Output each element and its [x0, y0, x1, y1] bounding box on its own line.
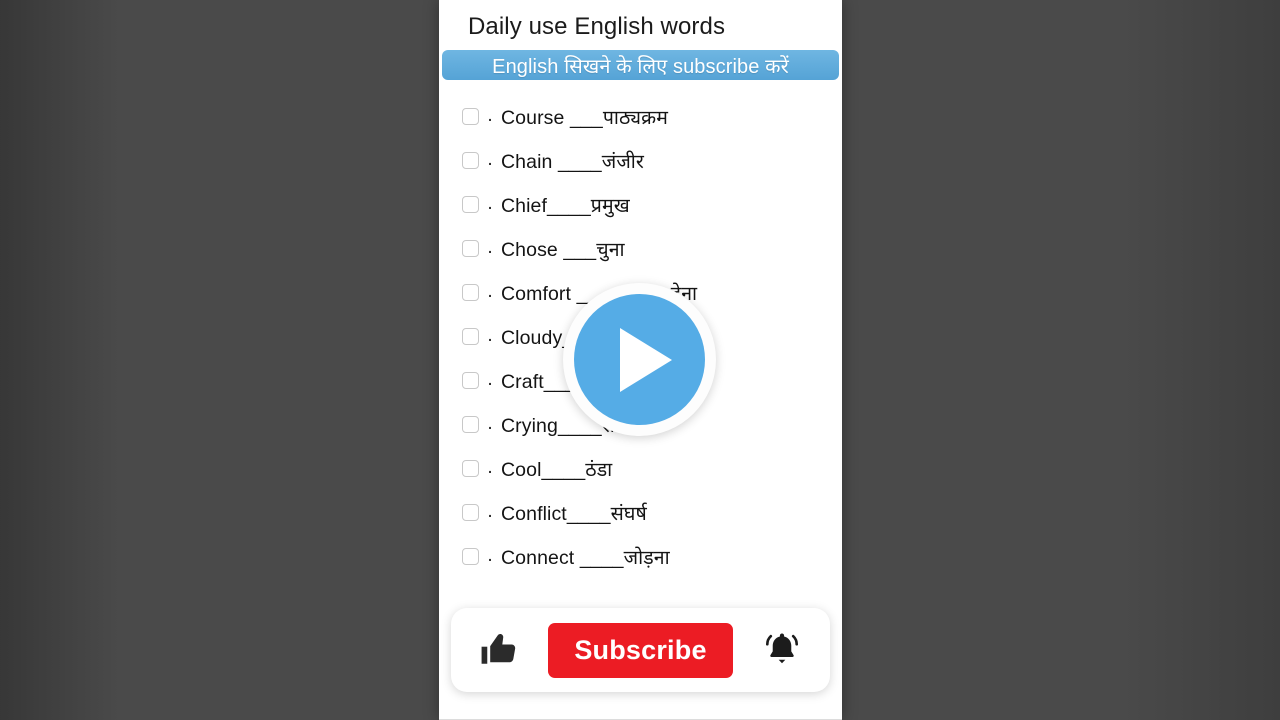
checkbox-icon[interactable] [462, 239, 479, 257]
list-bullet: . [487, 545, 493, 567]
word-label: Chose ___चुना [501, 238, 625, 261]
list-bullet: . [487, 149, 493, 171]
subscribe-action-bar: Subscribe [451, 608, 830, 692]
list-bullet: . [487, 281, 493, 303]
word-label: Connect ____जोड़ना [501, 546, 670, 569]
list-bullet: . [487, 413, 493, 435]
video-screen: . Chose _ . Comfort . Cloudy . Craft__ . [0, 0, 1280, 720]
checkbox-icon[interactable] [462, 327, 479, 345]
list-bullet: . [487, 457, 493, 479]
list-item[interactable]: . Cool____ठंडा [439, 446, 842, 490]
list-item[interactable]: . Course ___पाठ्यक्रम [439, 94, 842, 138]
checkbox-icon[interactable] [462, 283, 479, 301]
word-label: Cool____ठंडा [501, 458, 613, 481]
list-bullet: . [487, 501, 493, 523]
list-bullet: . [487, 237, 493, 259]
list-item[interactable]: . Connect ____जोड़ना [439, 534, 842, 578]
notification-bell-icon[interactable] [756, 624, 808, 676]
checkbox-icon[interactable] [462, 415, 479, 433]
list-bullet: . [487, 369, 493, 391]
list-item[interactable]: . Chain ____जंजीर [439, 138, 842, 182]
subscribe-banner[interactable]: English सिखने के लिए subscribe करें [442, 50, 839, 80]
word-label: Course ___पाठ्यक्रम [501, 106, 668, 129]
play-icon [620, 328, 672, 392]
page-title: Daily use English words [468, 13, 726, 40]
checkbox-icon[interactable] [462, 151, 479, 169]
checkbox-icon[interactable] [462, 503, 479, 521]
checkbox-icon[interactable] [462, 547, 479, 565]
checkbox-icon[interactable] [462, 371, 479, 389]
list-bullet: . [487, 193, 493, 215]
thumbs-up-icon[interactable] [473, 624, 525, 676]
word-label: Chief____प्रमुख [501, 194, 630, 217]
checkbox-icon[interactable] [462, 195, 479, 213]
list-item[interactable]: . Chief____प्रमुख [439, 182, 842, 226]
word-label: Conflict____संघर्ष [501, 502, 647, 525]
list-bullet: . [487, 105, 493, 127]
word-label: Chain ____जंजीर [501, 150, 645, 173]
list-item[interactable]: . Conflict____संघर्ष [439, 490, 842, 534]
checkbox-icon[interactable] [462, 459, 479, 477]
subscribe-button[interactable]: Subscribe [548, 622, 733, 678]
list-bullet: . [487, 325, 493, 347]
play-button[interactable] [563, 283, 716, 436]
list-item[interactable]: . Chose ___चुना [439, 226, 842, 270]
checkbox-icon[interactable] [462, 107, 479, 125]
